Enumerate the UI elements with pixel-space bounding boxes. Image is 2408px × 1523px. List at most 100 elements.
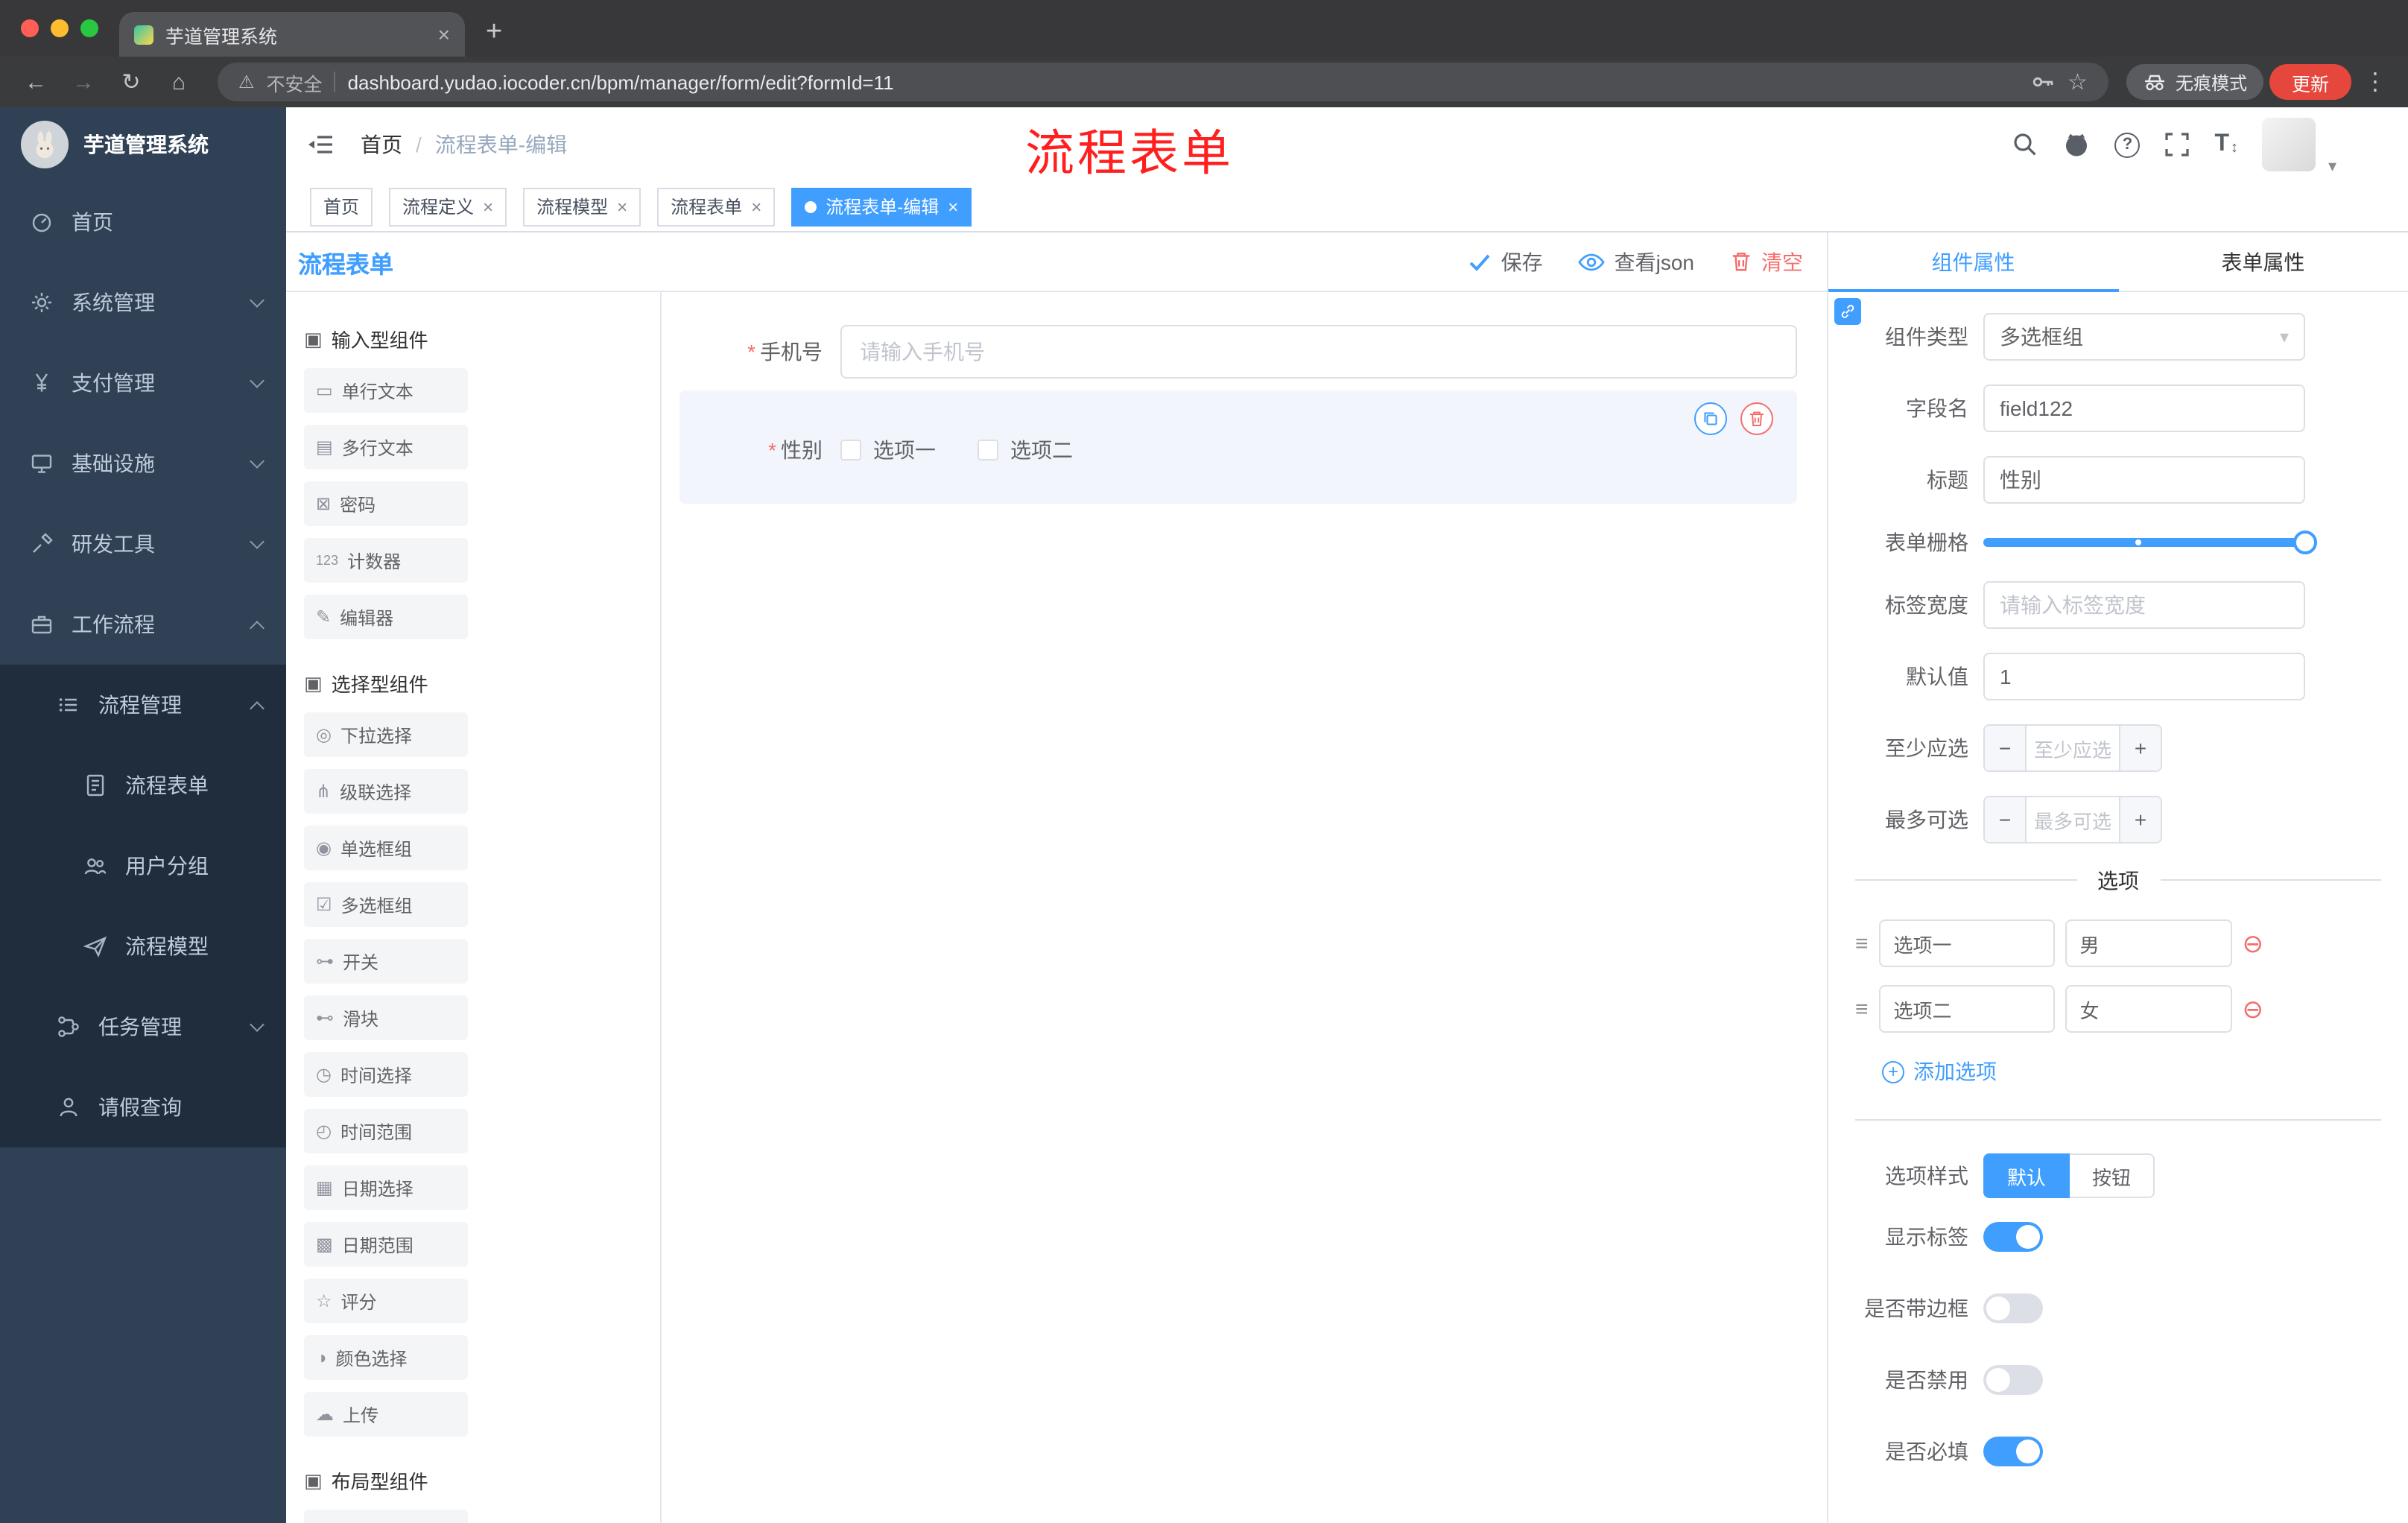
help-icon[interactable]: ?: [2114, 132, 2141, 157]
breadcrumb-home[interactable]: 首页: [361, 130, 402, 159]
font-size-icon[interactable]: T ↕: [2214, 132, 2238, 156]
palette-item-switch[interactable]: ⊶ 开关: [304, 939, 468, 984]
sidebar-item-task-management[interactable]: 任务管理: [0, 987, 286, 1067]
palette-item-date-picker[interactable]: ▦ 日期选择: [304, 1165, 468, 1210]
decrease-button[interactable]: −: [1985, 726, 2027, 770]
phone-input[interactable]: [840, 325, 1797, 379]
palette-item-color-picker[interactable]: ◑ 颜色选择: [304, 1335, 468, 1380]
tab-form-props[interactable]: 表单属性: [2118, 232, 2408, 291]
palette-item-row-container[interactable]: ◫行容器: [304, 1510, 468, 1523]
sidebar-item-process-model[interactable]: 流程模型: [0, 906, 286, 987]
tag-close-icon[interactable]: ×: [617, 196, 627, 217]
tag-process-form[interactable]: 流程表单 ×: [657, 187, 776, 226]
link-icon[interactable]: [1834, 298, 1861, 325]
increase-button[interactable]: +: [2119, 726, 2161, 770]
palette-item-editor[interactable]: ✎ 编辑器: [304, 595, 468, 639]
border-toggle[interactable]: [1983, 1294, 2043, 1323]
sidebar-item-leave-query[interactable]: 请假查询: [0, 1067, 286, 1147]
search-icon[interactable]: [2012, 131, 2038, 158]
palette-item-single-line-text[interactable]: ▭ 单行文本: [304, 368, 468, 413]
increase-button[interactable]: +: [2119, 797, 2161, 842]
max-select-value[interactable]: 最多可选: [2027, 797, 2119, 842]
palette-item-time-range[interactable]: ◴ 时间范围: [304, 1109, 468, 1153]
form-canvas[interactable]: 手机号: [662, 292, 1827, 1523]
show-label-toggle[interactable]: [1983, 1222, 2043, 1252]
home-icon[interactable]: ⌂: [158, 69, 200, 95]
sidebar-item-dev-tools[interactable]: 研发工具: [0, 504, 286, 584]
address-bar[interactable]: ⚠ 不安全 dashboard.yudao.iocoder.cn/bpm/man…: [218, 63, 2108, 101]
canvas-field-phone[interactable]: 手机号: [679, 325, 1797, 379]
gender-option-2[interactable]: 选项二: [978, 435, 1073, 465]
reload-icon[interactable]: ↻: [110, 69, 152, 95]
password-key-icon[interactable]: [2030, 70, 2056, 94]
palette-item-counter[interactable]: 123 计数器: [304, 538, 468, 583]
canvas-field-gender-selected[interactable]: 性别 选项一 选项二: [679, 390, 1797, 504]
sidebar-fold-icon[interactable]: [307, 133, 334, 156]
avatar[interactable]: ▾: [2262, 118, 2336, 176]
gender-option-1[interactable]: 选项一: [840, 435, 936, 465]
palette-item-cascader[interactable]: ⋔ 级联选择: [304, 769, 468, 814]
option-value-input[interactable]: [2065, 919, 2232, 967]
palette-item-radio-group[interactable]: ◉ 单选框组: [304, 826, 468, 870]
sidebar-logo[interactable]: 芋道管理系统: [0, 107, 286, 182]
drag-handle-icon[interactable]: ≡: [1855, 996, 1869, 1022]
browser-tab[interactable]: 芋道管理系统 ×: [119, 12, 465, 57]
window-controls[interactable]: [21, 19, 98, 37]
bookmark-star-icon[interactable]: ☆: [2068, 69, 2088, 95]
maximize-window-button[interactable]: [80, 19, 98, 37]
remove-option-icon[interactable]: ⊖: [2243, 996, 2264, 1022]
copy-component-button[interactable]: [1694, 402, 1727, 435]
save-button[interactable]: 保存: [1468, 247, 1543, 276]
new-tab-button[interactable]: +: [486, 16, 502, 49]
checkbox-icon[interactable]: [840, 440, 861, 460]
tag-process-definition[interactable]: 流程定义 ×: [389, 187, 507, 226]
checkbox-icon[interactable]: [978, 440, 998, 460]
disabled-toggle[interactable]: [1983, 1365, 2043, 1395]
palette-item-time-picker[interactable]: ◷ 时间选择: [304, 1052, 468, 1097]
style-button-button[interactable]: 按钮: [2070, 1153, 2155, 1198]
view-json-button[interactable]: 查看json: [1578, 247, 1694, 276]
sidebar-item-process-form[interactable]: 流程表单: [0, 745, 286, 826]
tag-process-model[interactable]: 流程模型 ×: [523, 187, 641, 226]
tab-close-icon[interactable]: ×: [438, 22, 450, 46]
close-window-button[interactable]: [21, 19, 39, 37]
palette-item-password[interactable]: ⊠ 密码: [304, 481, 468, 526]
required-toggle[interactable]: [1983, 1437, 2043, 1466]
sidebar-item-infrastructure[interactable]: 基础设施: [0, 423, 286, 504]
option-label-input[interactable]: [1878, 919, 2055, 967]
clear-button[interactable]: 清空: [1730, 247, 1803, 276]
back-icon[interactable]: ←: [15, 69, 57, 95]
tag-close-icon[interactable]: ×: [948, 196, 958, 217]
avatar-caret-icon[interactable]: ▾: [2328, 156, 2336, 176]
palette-item-slider[interactable]: ⊷ 滑块: [304, 995, 468, 1040]
option-value-input[interactable]: [2065, 985, 2232, 1033]
tag-close-icon[interactable]: ×: [483, 196, 493, 217]
grid-slider[interactable]: [1983, 531, 2317, 554]
field-name-input[interactable]: [1983, 384, 2305, 432]
tag-process-form-edit[interactable]: 流程表单-编辑 ×: [791, 187, 972, 226]
tab-component-props[interactable]: 组件属性: [1828, 232, 2118, 292]
palette-item-upload[interactable]: ☁ 上传: [304, 1392, 468, 1437]
tag-close-icon[interactable]: ×: [751, 196, 761, 217]
sidebar-item-home[interactable]: 首页: [0, 182, 286, 262]
add-option-button[interactable]: + 添加选项: [1846, 1057, 2408, 1086]
default-value-input[interactable]: [1983, 653, 2305, 700]
decrease-button[interactable]: −: [1985, 797, 2027, 842]
palette-item-date-range[interactable]: ▩ 日期范围: [304, 1222, 468, 1267]
update-button[interactable]: 更新: [2269, 64, 2351, 100]
option-label-input[interactable]: [1878, 985, 2055, 1033]
slider-handle[interactable]: [2293, 531, 2317, 554]
delete-component-button[interactable]: [1740, 402, 1773, 435]
label-width-input[interactable]: [1983, 581, 2305, 629]
palette-item-multi-line-text[interactable]: ▤ 多行文本: [304, 425, 468, 469]
github-icon[interactable]: [2062, 131, 2091, 158]
sidebar-item-process-management[interactable]: 流程管理: [0, 665, 286, 745]
style-default-button[interactable]: 默认: [1983, 1153, 2070, 1198]
sidebar-item-user-group[interactable]: 用户分组: [0, 826, 286, 906]
component-type-select[interactable]: 多选框组 ▾: [1983, 313, 2305, 361]
palette-item-checkbox-group[interactable]: ☑ 多选框组: [304, 882, 468, 927]
fullscreen-icon[interactable]: [2164, 131, 2190, 158]
sidebar-item-system[interactable]: 系统管理: [0, 262, 286, 343]
sidebar-item-payment[interactable]: 支付管理: [0, 343, 286, 423]
tag-home[interactable]: 首页: [310, 187, 373, 226]
